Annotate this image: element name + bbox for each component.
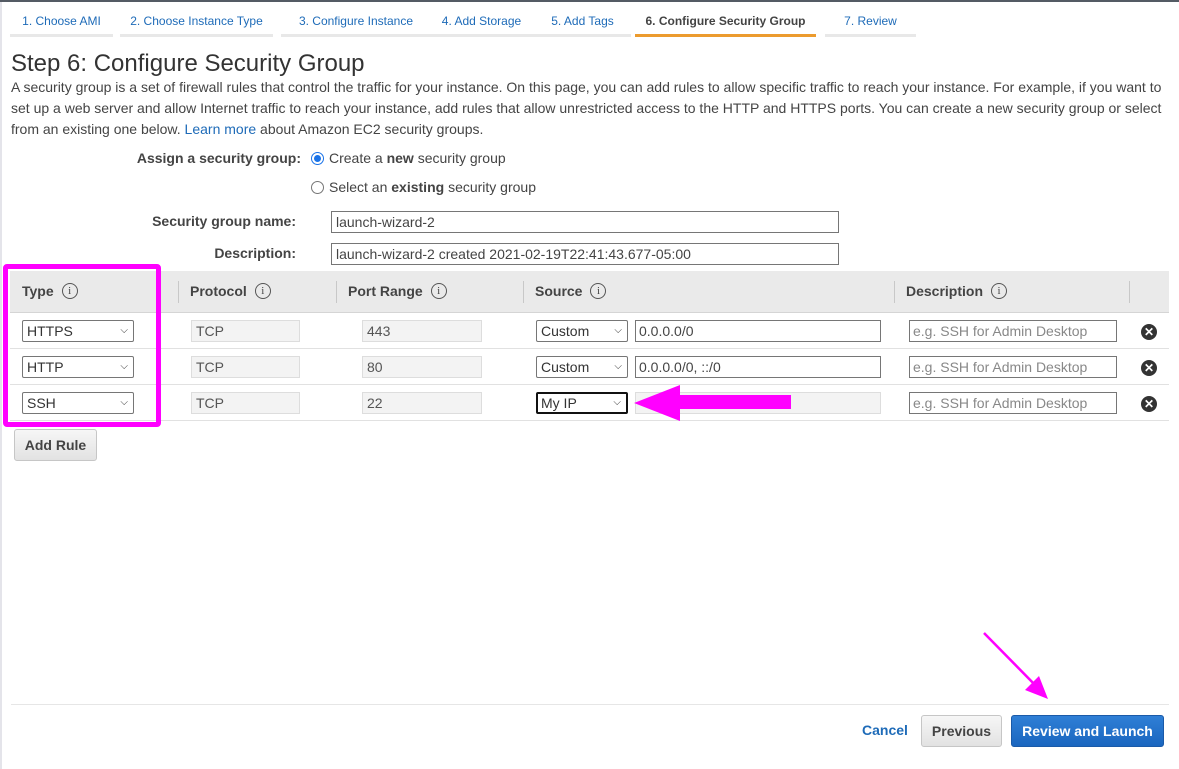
remove-rule-icon[interactable]: ✕ [1141,360,1157,376]
radio-label-bold: new [386,150,414,166]
footer-divider [11,704,1169,705]
chevron-down-icon: ⌵ [614,361,622,372]
col-source-label: Source [535,283,583,299]
tab-choose-ami[interactable]: 1. Choose AMI [10,13,113,37]
chevron-down-icon: ⌵ [120,325,128,336]
chevron-down-icon: ⌵ [613,397,621,408]
description-input[interactable]: launch-wizard-2 created 2021-02-19T22:41… [331,243,839,265]
rule-row: SSH ⌵ TCP 22 My IP ⌵ e.g. SSH for Admin De… [10,385,1169,421]
column-divider [336,281,337,303]
chevron-down-icon: ⌵ [614,325,622,336]
tab-add-storage[interactable]: 4. Add Storage [426,13,537,37]
col-type: Type i [22,283,78,299]
type-value: SSH [27,395,56,411]
description-label: Description: [214,245,296,261]
type-select[interactable]: SSH ⌵ [22,392,134,414]
rule-description-input[interactable]: e.g. SSH for Admin Desktop [909,392,1117,414]
col-type-label: Type [22,283,54,299]
protocol-field: TCP [191,320,300,342]
type-value: HTTPS [27,323,73,339]
source-select[interactable]: My IP ⌵ [536,392,628,414]
protocol-field: TCP [191,356,300,378]
col-description-label: Description [906,283,984,299]
info-icon[interactable]: i [991,283,1008,299]
tab-review[interactable]: 7. Review [825,13,916,37]
intro-text-body: A security group is a set of firewall ru… [11,79,1162,137]
cancel-link[interactable]: Cancel [862,722,908,738]
source-cidr-input [635,392,881,414]
rule-row: HTTPS ⌵ TCP 443 Custom ⌵ 0.0.0.0/0 e.g. SS… [10,313,1169,349]
radio-unselected-icon[interactable] [311,180,324,194]
review-and-launch-button[interactable]: Review and Launch [1011,715,1164,747]
source-cidr-input[interactable]: 0.0.0.0/0, ::/0 [635,356,881,378]
source-mode-value: Custom [541,323,590,339]
source-select[interactable]: Custom ⌵ [536,356,628,378]
add-rule-button[interactable]: Add Rule [14,429,97,461]
source-cidr-input[interactable]: 0.0.0.0/0 [635,320,881,342]
chevron-down-icon: ⌵ [120,361,128,372]
type-select[interactable]: HTTP ⌵ [22,356,134,378]
tab-configure-security-group[interactable]: 6. Configure Security Group [635,13,816,37]
remove-rule-icon[interactable]: ✕ [1141,396,1157,412]
intro-text-tail: about Amazon EC2 security groups. [260,121,484,137]
page-title: Step 6: Configure Security Group [11,50,365,77]
tab-add-tags[interactable]: 5. Add Tags [534,13,631,37]
radio-create-new[interactable]: Create a new security group [311,150,506,166]
port-range-field: 80 [362,356,482,378]
rules-table-header: Type i Protocol i Port Range i Source i Desc… [10,271,1169,313]
rule-row: HTTP ⌵ TCP 80 Custom ⌵ 0.0.0.0/0, ::/0 e.g… [10,349,1169,385]
tab-choose-instance-type[interactable]: 2. Choose Instance Type [120,13,273,37]
info-icon[interactable]: i [590,283,607,299]
type-select[interactable]: HTTPS ⌵ [22,320,134,342]
column-divider [1129,281,1130,303]
security-group-name-input[interactable]: launch-wizard-2 [331,211,839,233]
type-value: HTTP [27,359,64,375]
source-mode-value: Custom [541,359,590,375]
source-mode-value: My IP [541,395,577,411]
info-icon[interactable]: i [430,283,447,299]
column-divider [894,281,895,303]
col-source: Source i [535,283,607,299]
radio-select-existing[interactable]: Select an existing security group [311,179,536,195]
left-edge [0,2,2,769]
chevron-down-icon: ⌵ [120,397,128,408]
radio-label-pre: Select an [329,179,388,195]
arrow-to-review-button [983,632,1048,699]
top-bar [0,0,1179,2]
rule-description-input[interactable]: e.g. SSH for Admin Desktop [909,320,1117,342]
rule-description-input[interactable]: e.g. SSH for Admin Desktop [909,356,1117,378]
protocol-field: TCP [191,392,300,414]
col-protocol-label: Protocol [190,283,247,299]
previous-button[interactable]: Previous [921,715,1002,747]
column-divider [523,281,524,303]
security-group-name-label: Security group name: [152,213,296,229]
intro-text: A security group is a set of firewall ru… [11,77,1171,140]
radio-label-bold: existing [391,179,445,195]
radio-label-post: security group [448,179,536,195]
radio-selected-icon[interactable] [311,151,324,165]
learn-more-link[interactable]: Learn more [185,121,257,137]
port-range-field: 443 [362,320,482,342]
col-port-range-label: Port Range [348,283,423,299]
source-select[interactable]: Custom ⌵ [536,320,628,342]
info-icon[interactable]: i [254,283,271,299]
col-port-range: Port Range i [348,283,447,299]
radio-label-post: security group [417,150,506,166]
assign-security-group-label: Assign a security group: [136,150,301,166]
column-divider [178,281,179,303]
col-description: Description i [906,283,1008,299]
radio-label-pre: Create a [329,150,383,166]
col-protocol: Protocol i [190,283,271,299]
port-range-field: 22 [362,392,482,414]
info-icon[interactable]: i [61,283,78,299]
remove-rule-icon[interactable]: ✕ [1141,324,1157,340]
tab-configure-instance[interactable]: 3. Configure Instance [281,13,431,37]
